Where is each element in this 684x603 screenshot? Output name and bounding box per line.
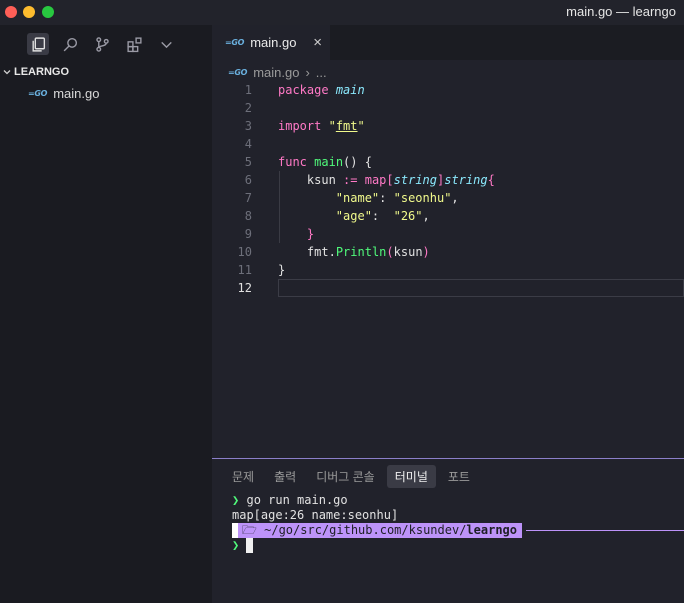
editor-tab-main-go[interactable]: =GO main.go × xyxy=(212,25,330,60)
explorer-section-header[interactable]: LEARNGO xyxy=(0,64,212,80)
close-tab-icon[interactable]: × xyxy=(313,34,322,51)
code-line: 4 xyxy=(212,135,684,153)
code-line: 8 "age": "26", xyxy=(212,207,684,225)
code-line: 1 package main xyxy=(212,81,684,99)
terminal-cursor xyxy=(246,538,254,553)
code-line: 10 fmt.Println(ksun) xyxy=(212,243,684,261)
folder-icon: 🗁 xyxy=(242,523,257,537)
go-file-icon: =GO xyxy=(225,38,245,47)
breadcrumb-file[interactable]: main.go xyxy=(253,65,299,80)
tab-output[interactable]: 출력 xyxy=(266,465,304,488)
terminal-command-line: ❯ go run main.go xyxy=(232,493,348,507)
tab-debug-console[interactable]: 디버그 콘솔 xyxy=(308,465,383,488)
activity-bar xyxy=(0,25,212,61)
search-icon[interactable] xyxy=(59,33,81,55)
window-title: main.go — learngo xyxy=(566,4,676,19)
line-number: 2 xyxy=(244,101,252,115)
line-number: 8 xyxy=(244,209,252,223)
chevron-down-icon xyxy=(0,67,14,77)
sidebar: LEARNGO =GO main.go xyxy=(0,25,212,603)
line-number: 1 xyxy=(244,83,252,97)
line-number: 10 xyxy=(237,245,252,259)
code-line: 3 import "fmt" xyxy=(212,117,684,135)
tab-label: main.go xyxy=(250,35,297,50)
code-line-current: 12 xyxy=(212,279,684,297)
bottom-panel: 문제 출력 디버그 콘솔 터미널 포트 ❯ go run main.go map… xyxy=(212,458,684,603)
terminal-input-line[interactable]: ❯ xyxy=(232,538,684,553)
current-line-highlight xyxy=(278,279,684,297)
close-window-button[interactable] xyxy=(5,6,17,18)
file-name: main.go xyxy=(53,85,100,101)
explorer-section-title: LEARNGO xyxy=(14,66,69,78)
line-number: 3 xyxy=(244,119,252,133)
tab-problems[interactable]: 문제 xyxy=(224,465,262,488)
tab-ports[interactable]: 포트 xyxy=(440,465,478,488)
title-bar: main.go — learngo xyxy=(0,0,684,25)
prompt-icon: ❯ xyxy=(232,493,240,507)
chevron-down-icon[interactable] xyxy=(155,33,177,55)
breadcrumb-separator: › xyxy=(305,64,310,80)
source-control-icon[interactable] xyxy=(91,33,113,55)
code-line: 11 } xyxy=(212,261,684,279)
prompt-path: 🗁 ~/go/src/github.com/ksundev/learngo xyxy=(238,523,522,538)
extensions-icon[interactable] xyxy=(123,33,145,55)
line-number: 7 xyxy=(244,191,252,205)
code-line: 2 xyxy=(212,99,684,117)
code-line: 6 ksun := map[string]string{ xyxy=(212,171,684,189)
go-file-icon: =GO xyxy=(228,67,248,77)
file-item-main-go[interactable]: =GO main.go xyxy=(0,83,212,103)
zoom-window-button[interactable] xyxy=(42,6,54,18)
breadcrumb-more[interactable]: ... xyxy=(316,65,327,80)
tab-terminal[interactable]: 터미널 xyxy=(386,464,436,488)
go-file-icon: =GO xyxy=(28,88,48,98)
explorer-icon[interactable] xyxy=(27,33,49,55)
prompt-divider xyxy=(526,530,684,531)
code-line: 9 } xyxy=(212,225,684,243)
code-editor[interactable]: 1 package main 2 3 import "fmt" 4 5 func… xyxy=(212,81,684,297)
terminal[interactable]: ❯ go run main.go map[age:26 name:seonhu]… xyxy=(232,493,684,553)
line-number: 6 xyxy=(244,173,252,187)
prompt-icon: ❯ xyxy=(232,538,240,552)
terminal-prompt-line: 🗁 ~/go/src/github.com/ksundev/learngo xyxy=(232,523,684,538)
panel-tabs: 문제 출력 디버그 콘솔 터미널 포트 xyxy=(212,464,480,488)
minimize-window-button[interactable] xyxy=(23,6,35,18)
line-number: 9 xyxy=(244,227,252,241)
terminal-output-line: map[age:26 name:seonhu] xyxy=(232,508,399,522)
line-number: 11 xyxy=(237,263,252,277)
editor-area: =GO main.go × =GO main.go › ... 1 packag… xyxy=(212,25,684,458)
line-number: 5 xyxy=(244,155,252,169)
line-number: 12 xyxy=(237,281,252,295)
line-number: 4 xyxy=(244,137,252,151)
code-line: 5 func main() { xyxy=(212,153,684,171)
breadcrumb: =GO main.go › ... xyxy=(228,64,327,80)
editor-tab-bar: =GO main.go × xyxy=(212,25,684,60)
code-line: 7 "name": "seonhu", xyxy=(212,189,684,207)
